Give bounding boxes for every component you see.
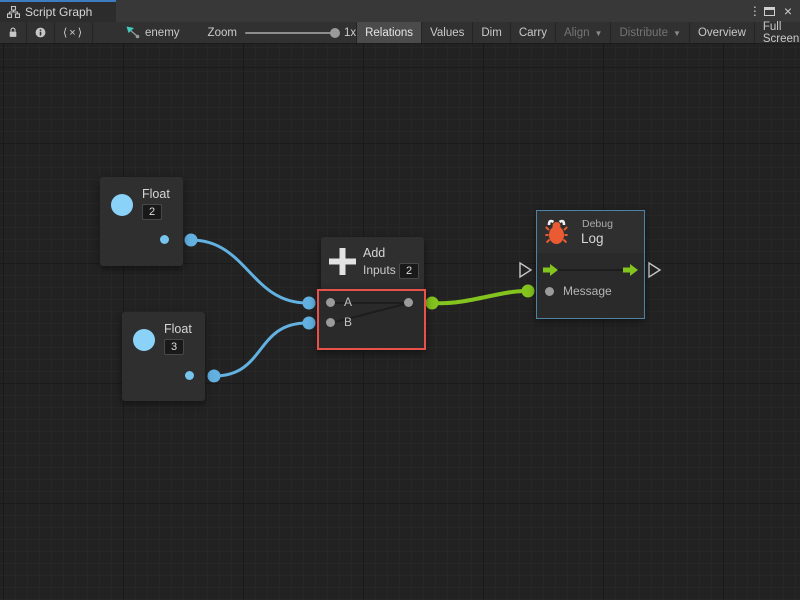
graph-pointer-icon [126,26,140,39]
zoom-level-value: 1x [344,27,356,39]
overview-label: Overview [698,27,746,39]
wire-endpoint-dot[interactable] [185,234,198,247]
add-output-port[interactable] [404,298,413,307]
chevron-down-icon: ▼ [595,29,603,38]
wire-endpoint-dot[interactable] [303,317,316,330]
code-brackets-icon: ⟨×⟩ [63,26,84,39]
align-dropdown[interactable]: Align ▼ [556,22,612,43]
lock-button[interactable] [0,22,27,43]
values-toggle[interactable]: Values [422,22,473,43]
flow-enter-arrow-icon[interactable] [543,264,558,276]
tab-bar: Script Graph ⋮ × [0,0,800,22]
info-icon [35,26,46,39]
node-category: Debug [582,218,613,230]
flow-exit-arrow-icon[interactable] [623,264,638,276]
maximize-icon[interactable] [764,7,775,16]
zoom-slider[interactable] [245,32,335,34]
zoom-control: Zoom 1x [208,22,357,43]
float-value-field[interactable]: 2 [142,204,162,220]
wire-endpoint-dot[interactable] [426,297,439,310]
dim-label: Dim [481,27,501,39]
flow-output-triangle-icon[interactable] [649,263,660,277]
carry-toggle[interactable]: Carry [511,22,556,43]
inspect-code-button[interactable]: ⟨×⟩ [55,22,93,43]
float-literal-icon [111,194,133,216]
port-a-label: A [344,295,352,309]
distribute-label: Distribute [619,27,668,39]
values-label: Values [430,27,464,39]
tab-title: Script Graph [25,5,92,19]
float-output-port[interactable] [185,371,194,380]
zoom-label: Zoom [208,27,237,39]
relations-label: Relations [365,27,413,39]
wire-endpoint-dot[interactable] [303,297,316,310]
fullscreen-button[interactable]: Full Screen [755,22,800,43]
wire-add-to-message [433,291,526,303]
node-title: Float [164,322,192,336]
node-title: Add [363,246,385,260]
bug-icon [545,217,568,245]
node-title: Float [142,187,170,201]
distribute-dropdown[interactable]: Distribute ▼ [611,22,690,43]
float-value-field[interactable]: 3 [164,339,184,355]
wire-float2-to-a [191,240,307,303]
wire-endpoint-dot[interactable] [208,370,221,383]
graph-canvas[interactable]: Float 2 Float 3 Add Inputs 2 [0,44,800,600]
window-controls: ⋮ × [749,0,800,22]
wire-float3-to-b [214,323,307,376]
node-title: Log [581,231,604,246]
script-graph-window: Script Graph ⋮ × ⟨×⟩ [0,0,800,600]
zoom-slider-knob[interactable] [330,28,340,38]
graph-reference[interactable]: enemy [120,22,186,43]
add-node-inputs-body[interactable]: A B [317,289,426,350]
debug-log-node[interactable]: Debug Log Message [536,210,645,319]
overview-button[interactable]: Overview [690,22,755,43]
inputs-label: Inputs [363,263,396,277]
info-button[interactable] [27,22,55,43]
window-menu-icon[interactable]: ⋮ [749,5,755,17]
close-icon[interactable]: × [784,4,792,18]
add-port-a[interactable] [326,298,335,307]
tab-script-graph[interactable]: Script Graph [0,0,116,22]
float-output-port[interactable] [160,235,169,244]
lock-icon [8,26,18,39]
message-port-label: Message [563,284,612,298]
plus-icon [329,248,356,275]
toolbar-toggles: Relations Values Dim Carry Align ▼ Distr… [356,22,800,43]
float-node-3[interactable]: Float 3 [122,312,205,401]
inputs-count-field[interactable]: 2 [399,263,419,279]
wire-endpoint-dot[interactable] [522,285,535,298]
graph-toolbar: ⟨×⟩ enemy Zoom 1x Relations Values [0,22,800,44]
float-literal-icon [133,329,155,351]
carry-label: Carry [519,27,547,39]
add-port-b[interactable] [326,318,335,327]
graph-name-label: enemy [145,27,180,39]
relations-toggle[interactable]: Relations [356,22,422,43]
port-b-label: B [344,315,352,329]
dim-toggle[interactable]: Dim [473,22,510,43]
float-node-2[interactable]: Float 2 [100,177,183,266]
flow-input-triangle-icon[interactable] [520,263,531,277]
message-input-port[interactable] [545,287,554,296]
fullscreen-label: Full Screen [763,21,799,45]
chevron-down-icon: ▼ [673,29,681,38]
align-label: Align [564,27,590,39]
graph-tree-icon [7,6,20,18]
add-node-header[interactable]: Add Inputs 2 [321,237,424,289]
